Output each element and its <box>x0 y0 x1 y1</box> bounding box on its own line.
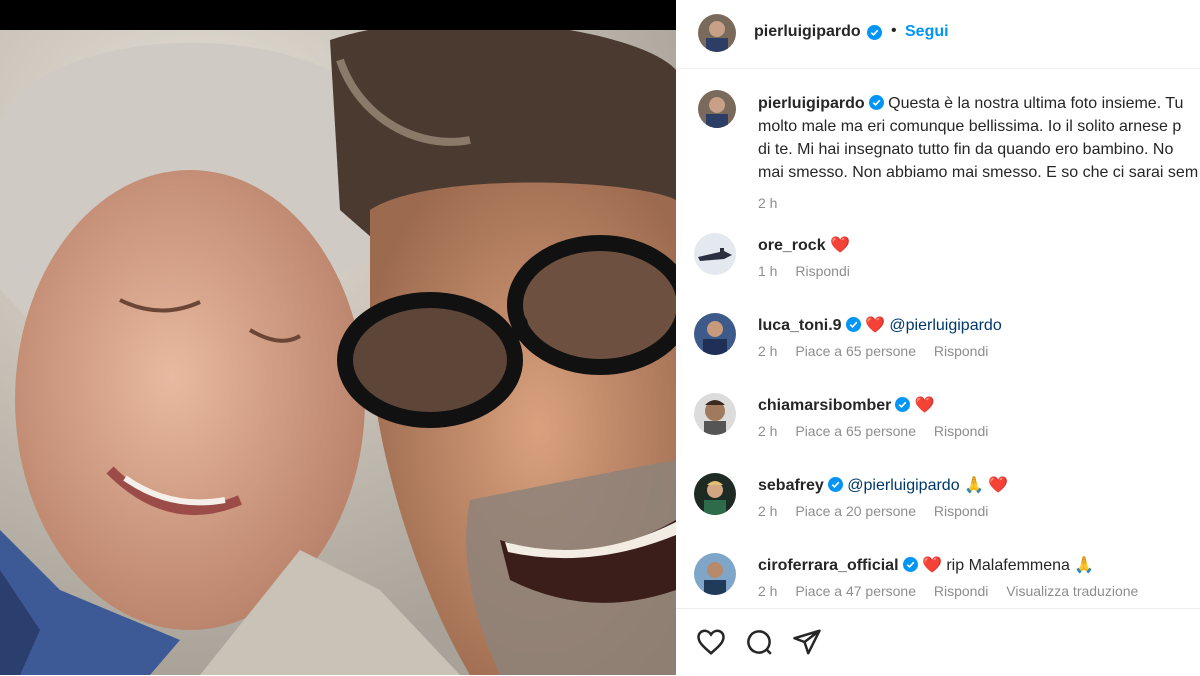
commenter-username[interactable]: luca_toni.9 <box>758 317 842 334</box>
comment-time: 2 h <box>758 583 778 599</box>
heart-emoji: ❤️ <box>865 317 885 334</box>
post-username[interactable]: pierluigipardo <box>754 23 861 41</box>
mention-link[interactable]: @pierluigipardo <box>889 317 1001 334</box>
comment-item: ciroferrara_official ❤️ rip Malafemmena … <box>694 553 1200 613</box>
heart-emoji: ❤️ <box>830 237 850 254</box>
reply-button[interactable]: Rispondi <box>795 263 849 279</box>
caption-text-1: Questa è la nostra ultima foto insieme. … <box>888 95 1184 112</box>
commenter-avatar[interactable] <box>694 233 736 275</box>
commenter-avatar[interactable] <box>694 393 736 435</box>
comment-meta: 2 h Piace a 47 persone Rispondi Visualiz… <box>758 583 1152 599</box>
comment-time: 2 h <box>758 423 778 439</box>
comment-text: rip Malafemmena <box>946 557 1070 574</box>
follow-button[interactable]: Segui <box>905 23 949 41</box>
comment-item: chiamarsibomber ❤️ 2 h Piace a 65 person… <box>694 393 1200 453</box>
commenter-username[interactable]: sebafrey <box>758 477 824 494</box>
likes-count[interactable]: Piace a 65 persone <box>795 423 916 439</box>
comment-time: 2 h <box>758 343 778 359</box>
verified-badge-icon <box>895 397 911 412</box>
heart-emoji: ❤️ <box>914 397 935 414</box>
commenter-username[interactable]: chiamarsibomber <box>758 397 891 414</box>
selfie-photo <box>0 30 676 675</box>
verified-badge-icon <box>902 557 918 572</box>
verified-badge-icon <box>868 95 884 110</box>
comment-icon[interactable] <box>744 627 774 657</box>
comment-body: sebafrey @pierluigipardo 🙏 ❤️ <box>758 475 1008 495</box>
caption-text-2: molto male ma eri comunque bellissima. I… <box>758 118 1182 135</box>
likes-count[interactable]: Piace a 47 persone <box>795 583 916 599</box>
caption-username[interactable]: pierluigipardo <box>758 95 865 112</box>
caption-time: 2 h <box>758 195 778 211</box>
comment-time: 1 h <box>758 263 778 279</box>
action-bar <box>676 608 1200 676</box>
post-sidebar: pierluigipardo • Segui pierluigipardo Qu… <box>676 0 1200 675</box>
commenter-username[interactable]: ore_rock <box>758 237 826 254</box>
caption-text-3: di te. Mi hai insegnato tutto fin da qua… <box>758 141 1174 158</box>
reply-button[interactable]: Rispondi <box>934 503 988 519</box>
comment-body: ciroferrara_official ❤️ rip Malafemmena … <box>758 555 1094 575</box>
commenter-avatar[interactable] <box>694 313 736 355</box>
comment-body: luca_toni.9 ❤️ @pierluigipardo <box>758 315 1002 335</box>
comment-time: 2 h <box>758 503 778 519</box>
pray-emoji: 🙏 <box>1074 557 1095 574</box>
heart-icon[interactable] <box>696 627 726 657</box>
comment-meta: 2 h Piace a 20 persone Rispondi <box>758 503 1002 519</box>
comment-meta: 2 h Piace a 65 persone Rispondi <box>758 423 1002 439</box>
commenter-avatar[interactable] <box>694 473 736 515</box>
share-icon[interactable] <box>792 627 822 657</box>
comment-item: luca_toni.9 ❤️ @pierluigipardo 2 h Piace… <box>694 313 1200 373</box>
reply-button[interactable]: Rispondi <box>934 423 988 439</box>
reply-button[interactable]: Rispondi <box>934 343 988 359</box>
emoji-reaction: 🙏 ❤️ <box>964 477 1009 494</box>
post-header: pierluigipardo • Segui <box>676 0 1200 69</box>
caption-avatar[interactable] <box>698 90 736 128</box>
verified-badge-icon <box>867 25 882 40</box>
heart-emoji: ❤️ <box>921 557 942 574</box>
separator-dot: • <box>891 22 897 39</box>
reply-button[interactable]: Rispondi <box>934 583 988 599</box>
avatar[interactable] <box>698 14 736 52</box>
post-caption: pierluigipardo Questa è la nostra ultima… <box>758 92 1200 215</box>
verified-badge-icon <box>845 317 861 332</box>
post-photo[interactable] <box>0 0 676 675</box>
likes-count[interactable]: Piace a 65 persone <box>795 343 916 359</box>
comment-item: sebafrey @pierluigipardo 🙏 ❤️ 2 h Piace … <box>694 473 1200 533</box>
comment-meta: 2 h Piace a 65 persone Rispondi <box>758 343 1002 359</box>
comment-body: ore_rock ❤️ <box>758 235 850 255</box>
comment-item: ore_rock ❤️ 1 h Rispondi <box>694 233 1200 293</box>
commenter-avatar[interactable] <box>694 553 736 595</box>
translate-link[interactable]: Visualizza traduzione <box>1006 583 1138 599</box>
mention-link[interactable]: @pierluigipardo <box>847 477 959 494</box>
verified-badge-icon <box>827 477 843 492</box>
commenter-username[interactable]: ciroferrara_official <box>758 557 899 574</box>
comment-body: chiamarsibomber ❤️ <box>758 395 935 415</box>
comment-meta: 1 h Rispondi <box>758 263 864 279</box>
caption-line-1: pierluigipardo Questa è la nostra ultima… <box>758 92 1200 115</box>
likes-count[interactable]: Piace a 20 persone <box>795 503 916 519</box>
caption-text-4: mai smesso. Non abbiamo mai smesso. E so… <box>758 164 1199 181</box>
